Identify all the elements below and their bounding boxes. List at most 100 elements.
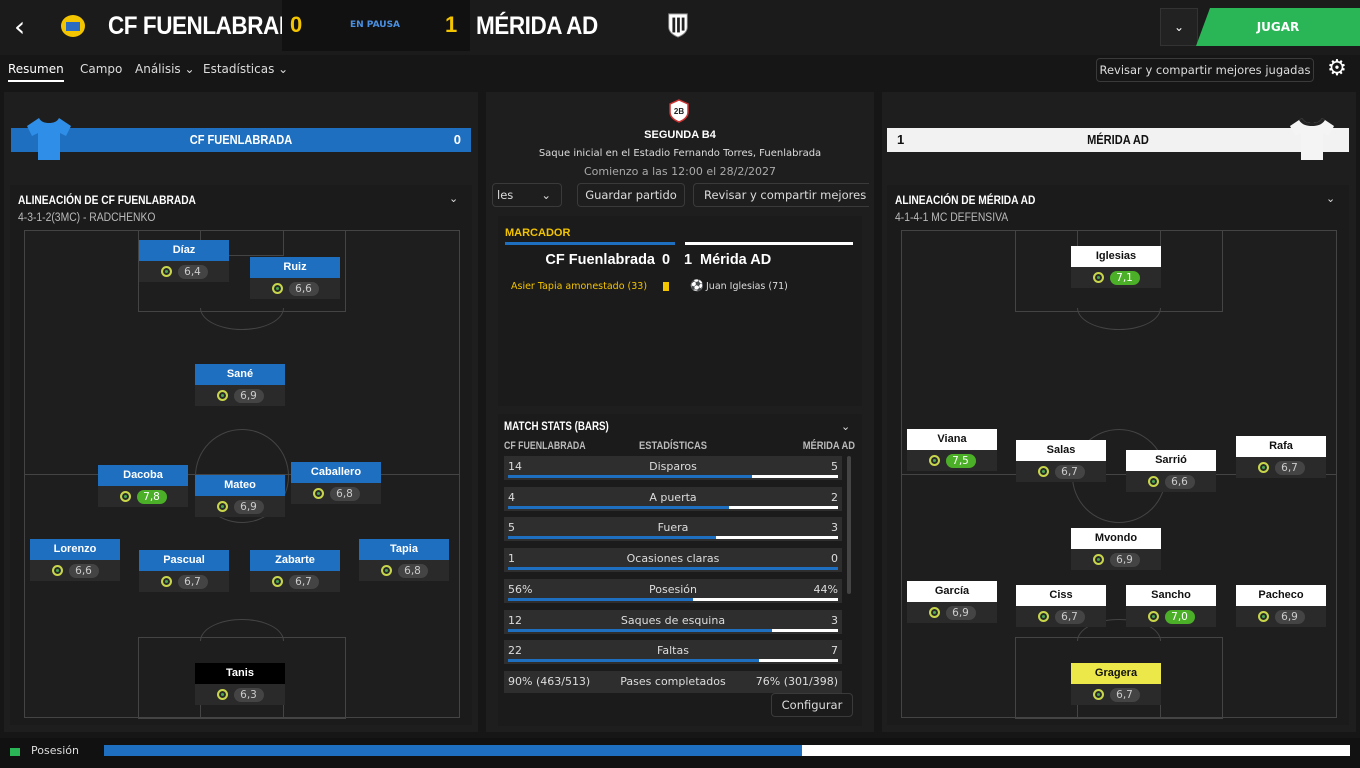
review-highlights-button-2[interactable]: Revisar y compartir mejores ju xyxy=(693,183,869,207)
player-name: Dacoba xyxy=(98,465,188,486)
player-rating-row: 6,9 xyxy=(195,385,285,406)
form-icon xyxy=(1257,611,1269,622)
player-card-home[interactable]: Díaz 6,4 xyxy=(139,240,229,284)
configure-button[interactable]: Configurar xyxy=(771,693,853,717)
player-name: Sarrió xyxy=(1126,450,1216,471)
tab-estadisticas[interactable]: Estadísticas ⌄ xyxy=(203,62,288,76)
player-rating: 6,8 xyxy=(397,563,428,578)
player-card-home[interactable]: Sané 6,9 xyxy=(195,364,285,408)
back-arrow-icon[interactable]: ‹ xyxy=(14,13,40,41)
scoreboard-away-team: Mérida AD xyxy=(700,252,772,268)
player-rating: 6,6 xyxy=(1164,474,1195,489)
player-card-away[interactable]: García 6,9 xyxy=(907,581,997,625)
footer-possession-home xyxy=(104,745,802,756)
player-card-home[interactable]: Zabarte 6,7 xyxy=(250,550,340,594)
gear-icon[interactable]: ⚙ xyxy=(1325,57,1349,81)
player-rating: 6,7 xyxy=(1109,687,1140,702)
away-team-bar: 1 MÉRIDA AD xyxy=(887,128,1349,152)
scoreboard-away-line xyxy=(685,242,853,245)
chevron-down-icon[interactable]: ⌄ xyxy=(449,192,458,205)
match-stats-title: MATCH STATS (BARS) xyxy=(504,421,609,433)
stat-bar xyxy=(508,536,838,540)
player-card-away[interactable]: Pacheco 6,9 xyxy=(1236,585,1326,629)
player-card-home[interactable]: Caballero 6,8 xyxy=(291,462,381,506)
form-icon xyxy=(119,491,131,502)
stat-row: Posesión 56% 44% xyxy=(504,578,842,603)
player-rating: 6,9 xyxy=(1274,609,1305,624)
player-card-away[interactable]: Gragera 6,7 xyxy=(1071,663,1161,707)
partial-dropdown-label: les xyxy=(497,188,514,202)
form-icon xyxy=(312,488,324,499)
form-icon xyxy=(928,607,940,618)
player-rating: 6,7 xyxy=(1054,609,1085,624)
kickoff-text: Comienzo a las 12:00 el 28/2/2027 xyxy=(583,165,777,178)
tab-analisis[interactable]: Análisis ⌄ xyxy=(135,62,195,76)
tab-resumen[interactable]: Resumen xyxy=(8,62,64,82)
player-card-away[interactable]: Salas 6,7 xyxy=(1016,440,1106,484)
player-rating: 6,3 xyxy=(233,687,264,702)
player-card-home[interactable]: Tapia 6,8 xyxy=(359,539,449,583)
save-match-button[interactable]: Guardar partido xyxy=(577,183,685,207)
player-card-away[interactable]: Sarrió 6,6 xyxy=(1126,450,1216,494)
player-card-away[interactable]: Ciss 6,7 xyxy=(1016,585,1106,629)
player-card-away[interactable]: Sancho 7,0 xyxy=(1126,585,1216,629)
play-options-dropdown[interactable]: ⌄ xyxy=(1160,8,1198,46)
stat-bar-home xyxy=(508,505,730,509)
stat-home-value: 14 xyxy=(508,460,522,473)
stat-row: Fuera 5 3 xyxy=(504,517,842,542)
player-card-home[interactable]: Ruiz 6,6 xyxy=(250,257,340,301)
stats-col-home: CF FUENLABRADA xyxy=(504,440,586,452)
stat-bar-home xyxy=(508,628,772,632)
player-name: Zabarte xyxy=(250,550,340,571)
player-card-home[interactable]: Dacoba 7,8 xyxy=(98,465,188,509)
competition-name: SEGUNDA B4 xyxy=(644,129,716,141)
stat-away-value: 5 xyxy=(831,460,838,473)
stat-away-value: 2 xyxy=(831,490,838,504)
player-rating-row: 6,7 xyxy=(1071,684,1161,705)
stats-scrollbar[interactable] xyxy=(847,456,851,594)
stat-bar-home xyxy=(508,536,716,540)
stat-away-value: 44% xyxy=(813,582,838,596)
player-rating-row: 6,9 xyxy=(1071,549,1161,570)
player-card-away[interactable]: Iglesias 7,1 xyxy=(1071,246,1161,290)
match-status: EN PAUSA xyxy=(349,20,401,30)
stat-bar xyxy=(508,597,838,601)
player-name: Sancho xyxy=(1126,585,1216,606)
player-card-home[interactable]: Pascual 6,7 xyxy=(139,550,229,594)
player-card-away[interactable]: Rafa 6,7 xyxy=(1236,436,1326,480)
stats-col-mid: ESTADÍSTICAS xyxy=(639,440,707,452)
chevron-down-icon[interactable]: ⌄ xyxy=(841,420,850,433)
stat-row: Faltas 22 7 xyxy=(504,640,842,665)
player-rating: 7,5 xyxy=(945,453,976,468)
away-score: 1 xyxy=(445,12,458,37)
player-rating-row: 6,9 xyxy=(907,602,997,623)
stat-bar xyxy=(508,659,838,663)
player-rating: 7,1 xyxy=(1109,270,1140,285)
player-card-home[interactable]: Mateo 6,9 xyxy=(195,475,285,519)
partial-dropdown-button[interactable]: les ⌄ xyxy=(492,183,562,207)
stat-label: Fuera xyxy=(657,521,689,535)
tab-campo[interactable]: Campo xyxy=(80,62,122,76)
review-highlights-button[interactable]: Revisar y compartir mejores jugadas xyxy=(1096,58,1314,82)
stat-home-value: 5 xyxy=(508,521,515,535)
player-name: Iglesias xyxy=(1071,246,1161,267)
form-icon xyxy=(216,689,228,700)
player-card-away[interactable]: Mvondo 6,9 xyxy=(1071,528,1161,572)
stat-label: Saques de esquina xyxy=(620,613,726,627)
player-name: Ruiz xyxy=(250,257,340,278)
play-button[interactable]: JUGAR xyxy=(1196,8,1360,46)
stat-bar-home xyxy=(508,567,838,571)
player-rating-row: 6,7 xyxy=(1236,457,1326,478)
player-card-home[interactable]: Tanis 6,3 xyxy=(195,663,285,707)
player-rating: 6,7 xyxy=(288,574,319,589)
scoreboard-away-score: 1 xyxy=(684,252,693,268)
away-team-bar-score: 1 xyxy=(897,132,905,147)
player-card-away[interactable]: Viana 7,5 xyxy=(907,429,997,473)
stat-away-value: 76% (301/398) xyxy=(755,674,838,688)
player-rating: 6,7 xyxy=(177,574,208,589)
form-icon xyxy=(160,576,172,587)
player-name: Tanis xyxy=(195,663,285,684)
chevron-down-icon[interactable]: ⌄ xyxy=(1326,192,1335,205)
stat-label: Ocasiones claras xyxy=(626,552,720,566)
player-card-home[interactable]: Lorenzo 6,6 xyxy=(30,539,120,583)
